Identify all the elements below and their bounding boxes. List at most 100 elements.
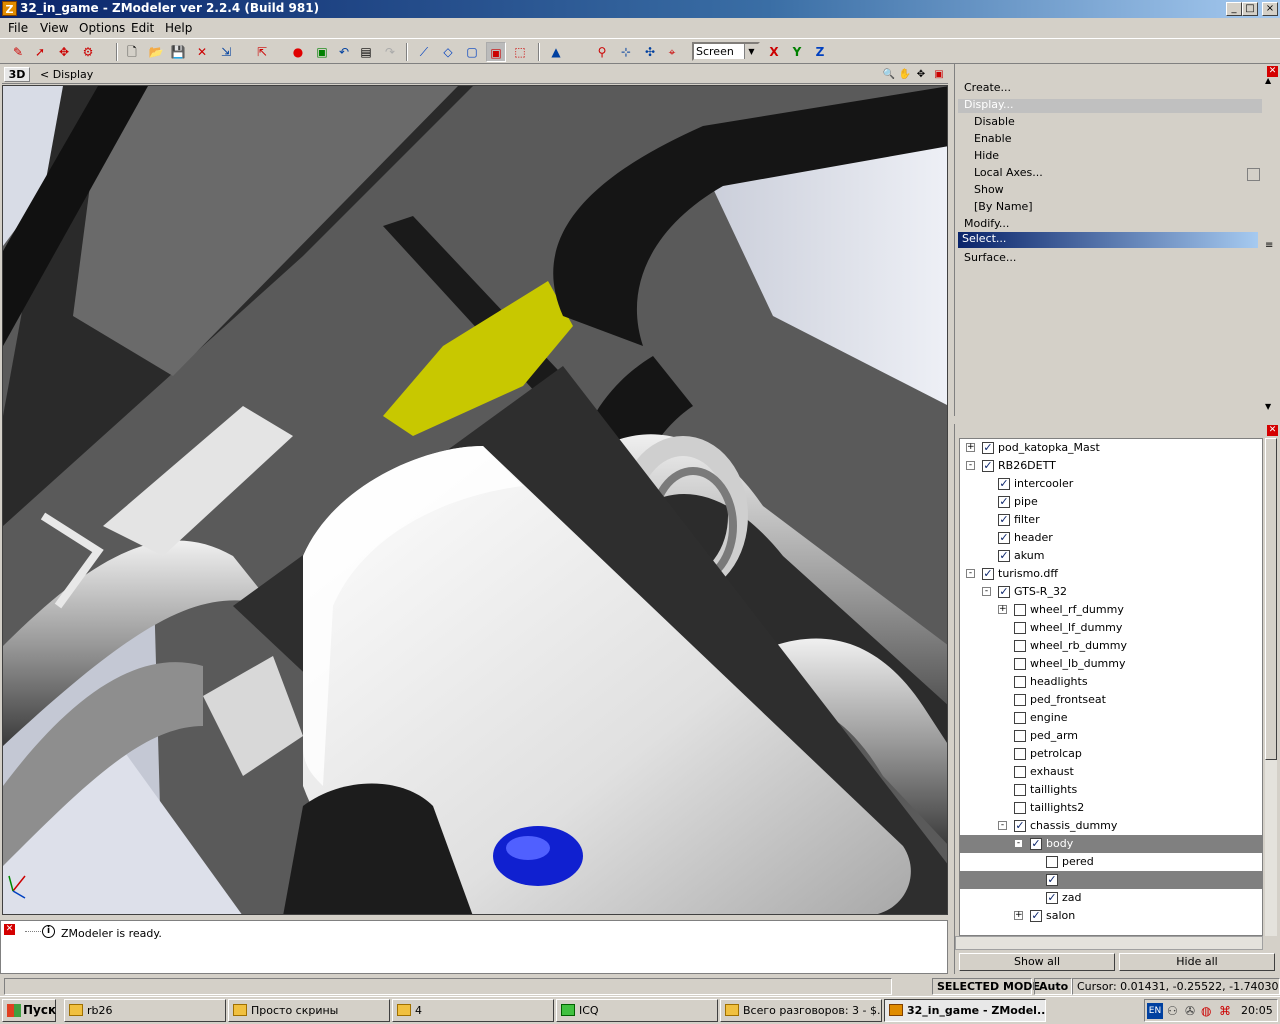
minimize-button[interactable]: _ xyxy=(1226,2,1242,16)
visibility-checkbox[interactable] xyxy=(1014,694,1026,706)
axis-xy-icon[interactable]: ✣ xyxy=(640,42,660,62)
import-icon[interactable]: ⇲ xyxy=(216,42,236,62)
maximize-viewport-icon[interactable]: ▣ xyxy=(932,68,946,82)
face-mode-icon[interactable]: ◇ xyxy=(438,42,458,62)
visibility-checkbox[interactable]: ✓ xyxy=(998,550,1010,562)
expand-icon[interactable]: + xyxy=(998,605,1007,614)
new-file-icon[interactable]: 🗋 xyxy=(122,42,142,62)
select-tool-icon[interactable]: ✎ xyxy=(8,42,28,62)
show-all-button[interactable]: Show all xyxy=(959,953,1115,971)
menu-edit[interactable]: Edit xyxy=(131,21,154,35)
pan-icon[interactable]: ✋ xyxy=(898,68,912,82)
collapse-icon[interactable]: - xyxy=(1014,839,1023,848)
notes-icon[interactable]: ▤ xyxy=(356,42,376,62)
visibility-checkbox[interactable] xyxy=(1014,676,1026,688)
axis-z-button[interactable]: Z xyxy=(810,42,830,62)
command-by-name[interactable]: [By Name] xyxy=(974,200,1033,213)
antivirus-icon[interactable]: ◍ xyxy=(1201,1004,1211,1018)
visibility-checkbox[interactable]: ✓ xyxy=(998,514,1010,526)
tree-item[interactable]: headlights xyxy=(960,673,1262,691)
tree-item[interactable]: ✓ intercooler xyxy=(960,475,1262,493)
open-folder-icon[interactable]: 📂 xyxy=(146,42,166,62)
tree-item[interactable]: taillights2 xyxy=(960,799,1262,817)
task-chat[interactable]: Всего разговоров: 3 - $... xyxy=(720,999,882,1022)
tree-item[interactable]: ✓ pipe xyxy=(960,493,1262,511)
command-create[interactable]: Create... xyxy=(964,81,1011,94)
task-4[interactable]: 4 xyxy=(392,999,554,1022)
tree-item[interactable]: ✓ xyxy=(960,871,1262,889)
object-mode-icon[interactable]: ▢ xyxy=(462,42,482,62)
command-modify[interactable]: Modify... xyxy=(964,217,1009,230)
language-indicator[interactable]: EN xyxy=(1147,1003,1163,1019)
visibility-checkbox[interactable] xyxy=(1014,802,1026,814)
command-surface[interactable]: Surface... xyxy=(964,251,1016,264)
object-tree[interactable]: + ✓ pod_katopka_Mast - ✓ RB26DETT ✓ intercooler… xyxy=(959,438,1263,936)
scroll-up-icon[interactable]: ▲ xyxy=(1265,76,1271,85)
pyramid-icon[interactable]: ▲ xyxy=(546,42,566,62)
visibility-checkbox[interactable]: ✓ xyxy=(998,496,1010,508)
tree-item[interactable]: wheel_lb_dummy xyxy=(960,655,1262,673)
visibility-checkbox[interactable] xyxy=(1014,658,1026,670)
acrobat-icon[interactable]: ⌘ xyxy=(1219,1004,1231,1018)
visibility-checkbox[interactable] xyxy=(1046,856,1058,868)
tree-item[interactable]: engine xyxy=(960,709,1262,727)
cube-icon[interactable]: ⬚ xyxy=(510,42,530,62)
tree-item[interactable]: ped_frontseat xyxy=(960,691,1262,709)
command-show[interactable]: Show xyxy=(974,183,1004,196)
grid-icon[interactable]: ⌖ xyxy=(662,42,682,62)
visibility-checkbox[interactable]: ✓ xyxy=(998,586,1010,598)
render-icon[interactable]: ▣ xyxy=(312,42,332,62)
task-zmodeler[interactable]: 32_in_game - ZModel... xyxy=(884,999,1046,1022)
visibility-checkbox[interactable]: ✓ xyxy=(998,532,1010,544)
3d-viewport[interactable] xyxy=(2,85,948,915)
network-icon[interactable]: ⚇ xyxy=(1167,1004,1178,1018)
collapse-icon[interactable]: - xyxy=(982,587,991,596)
tree-item[interactable]: + ✓ pod_katopka_Mast xyxy=(960,439,1262,457)
tree-item[interactable]: wheel_rb_dummy xyxy=(960,637,1262,655)
export-icon[interactable]: ⇱ xyxy=(252,42,272,62)
title-bar[interactable]: Z 32_in_game - ZModeler ver 2.2.4 (Build… xyxy=(0,0,1280,18)
command-enable[interactable]: Enable xyxy=(974,132,1011,145)
visibility-checkbox[interactable]: ✓ xyxy=(1046,874,1058,886)
visibility-checkbox[interactable]: ✓ xyxy=(982,460,994,472)
close-icon[interactable]: ✕ xyxy=(1267,425,1278,436)
tree-item[interactable]: - ✓ body xyxy=(960,835,1262,853)
task-icq[interactable]: ICQ xyxy=(556,999,718,1022)
tree-item[interactable]: ped_arm xyxy=(960,727,1262,745)
tree-item[interactable]: exhaust xyxy=(960,763,1262,781)
visibility-checkbox[interactable] xyxy=(1014,640,1026,652)
visibility-checkbox[interactable]: ✓ xyxy=(998,478,1010,490)
scroll-down-icon[interactable]: ▼ xyxy=(1265,402,1271,411)
axis-x-button[interactable]: X xyxy=(764,42,784,62)
expand-icon[interactable]: + xyxy=(1014,911,1023,920)
tree-item[interactable]: - ✓ turismo.dff xyxy=(960,565,1262,583)
viewport-breadcrumb[interactable]: < Display xyxy=(40,68,93,81)
tree-item[interactable]: - ✓ GTS-R_32 xyxy=(960,583,1262,601)
box-select-icon[interactable]: ▣ xyxy=(486,42,506,62)
mode-dropdown-icon[interactable]: ⚙ xyxy=(78,42,98,62)
tree-item[interactable]: ✓ zad xyxy=(960,889,1262,907)
visibility-checkbox[interactable]: ✓ xyxy=(982,442,994,454)
visibility-checkbox[interactable] xyxy=(1014,748,1026,760)
move-tool-icon[interactable]: ✥ xyxy=(54,42,74,62)
visibility-checkbox[interactable] xyxy=(1014,604,1026,616)
maximize-button[interactable]: □ xyxy=(1242,2,1258,16)
visibility-checkbox[interactable]: ✓ xyxy=(1014,820,1026,832)
tree-scroll-thumb[interactable] xyxy=(1265,438,1277,760)
visibility-checkbox[interactable]: ✓ xyxy=(1030,910,1042,922)
command-display[interactable]: Display... xyxy=(964,98,1013,111)
tree-item[interactable]: + wheel_rf_dummy xyxy=(960,601,1262,619)
coordinate-system-select[interactable]: Screen ▼ xyxy=(692,42,760,61)
collapse-icon[interactable]: - xyxy=(966,569,975,578)
visibility-checkbox[interactable] xyxy=(1014,730,1026,742)
scroll-grip-icon[interactable]: ≡ xyxy=(1265,240,1273,251)
vertex-mode-icon[interactable]: ⟋ xyxy=(414,42,434,62)
start-button[interactable]: Пуск xyxy=(2,999,56,1022)
command-hide[interactable]: Hide xyxy=(974,149,999,162)
tree-item[interactable]: ✓ filter xyxy=(960,511,1262,529)
axis-y-button[interactable]: Y xyxy=(787,42,807,62)
save-icon[interactable]: 💾 xyxy=(168,42,188,62)
tree-item[interactable]: - ✓ chassis_dummy xyxy=(960,817,1262,835)
visibility-checkbox[interactable] xyxy=(1014,766,1026,778)
record-icon[interactable]: ● xyxy=(288,42,308,62)
